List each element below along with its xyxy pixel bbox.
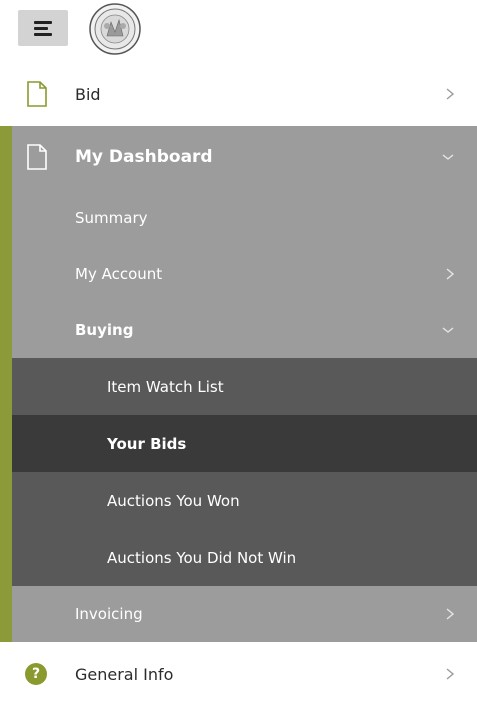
document-icon <box>27 144 47 170</box>
nav-item-auctions-you-won[interactable]: Auctions You Won <box>12 472 477 529</box>
hamburger-icon[interactable] <box>18 10 68 46</box>
nav-item-label: Buying <box>75 321 134 339</box>
nav-item-label: My Dashboard <box>75 147 213 167</box>
chevron-right-icon <box>446 608 455 620</box>
nav-item-bid[interactable]: Bid <box>0 64 477 124</box>
question-icon: ? <box>25 663 47 685</box>
top-bar <box>0 0 477 58</box>
nav-item-label: Auctions You Won <box>107 491 240 510</box>
nav-item-general-info[interactable]: ? General Info <box>0 644 477 704</box>
nav-item-buying[interactable]: Buying <box>0 302 477 358</box>
nav-item-auctions-you-did-not-win[interactable]: Auctions You Did Not Win <box>12 529 477 586</box>
document-icon <box>27 81 47 107</box>
chevron-right-icon <box>446 268 455 280</box>
state-seal-icon <box>89 3 141 55</box>
nav-item-label: Item Watch List <box>107 377 224 396</box>
nav-item-label: Bid <box>75 84 101 104</box>
nav-item-my-dashboard[interactable]: My Dashboard <box>0 126 477 188</box>
nav-item-label: General Info <box>75 664 174 684</box>
nav-item-label: My Account <box>75 265 163 283</box>
nav-item-your-bids[interactable]: Your Bids <box>12 415 477 472</box>
chevron-right-icon <box>446 88 455 100</box>
chevron-down-icon <box>442 327 454 333</box>
nav-item-my-account[interactable]: My Account <box>0 246 477 302</box>
nav-item-label: Summary <box>75 209 148 227</box>
nav-item-label: Auctions You Did Not Win <box>107 548 297 567</box>
chevron-right-icon <box>446 668 455 680</box>
nav-item-item-watch-list[interactable]: Item Watch List <box>12 358 477 415</box>
nav-item-label: Invoicing <box>75 605 143 623</box>
chevron-down-icon <box>442 154 454 160</box>
nav-item-summary[interactable]: Summary <box>0 190 477 246</box>
nav-item-label: Your Bids <box>107 434 187 453</box>
nav-item-invoicing[interactable]: Invoicing <box>0 586 477 642</box>
